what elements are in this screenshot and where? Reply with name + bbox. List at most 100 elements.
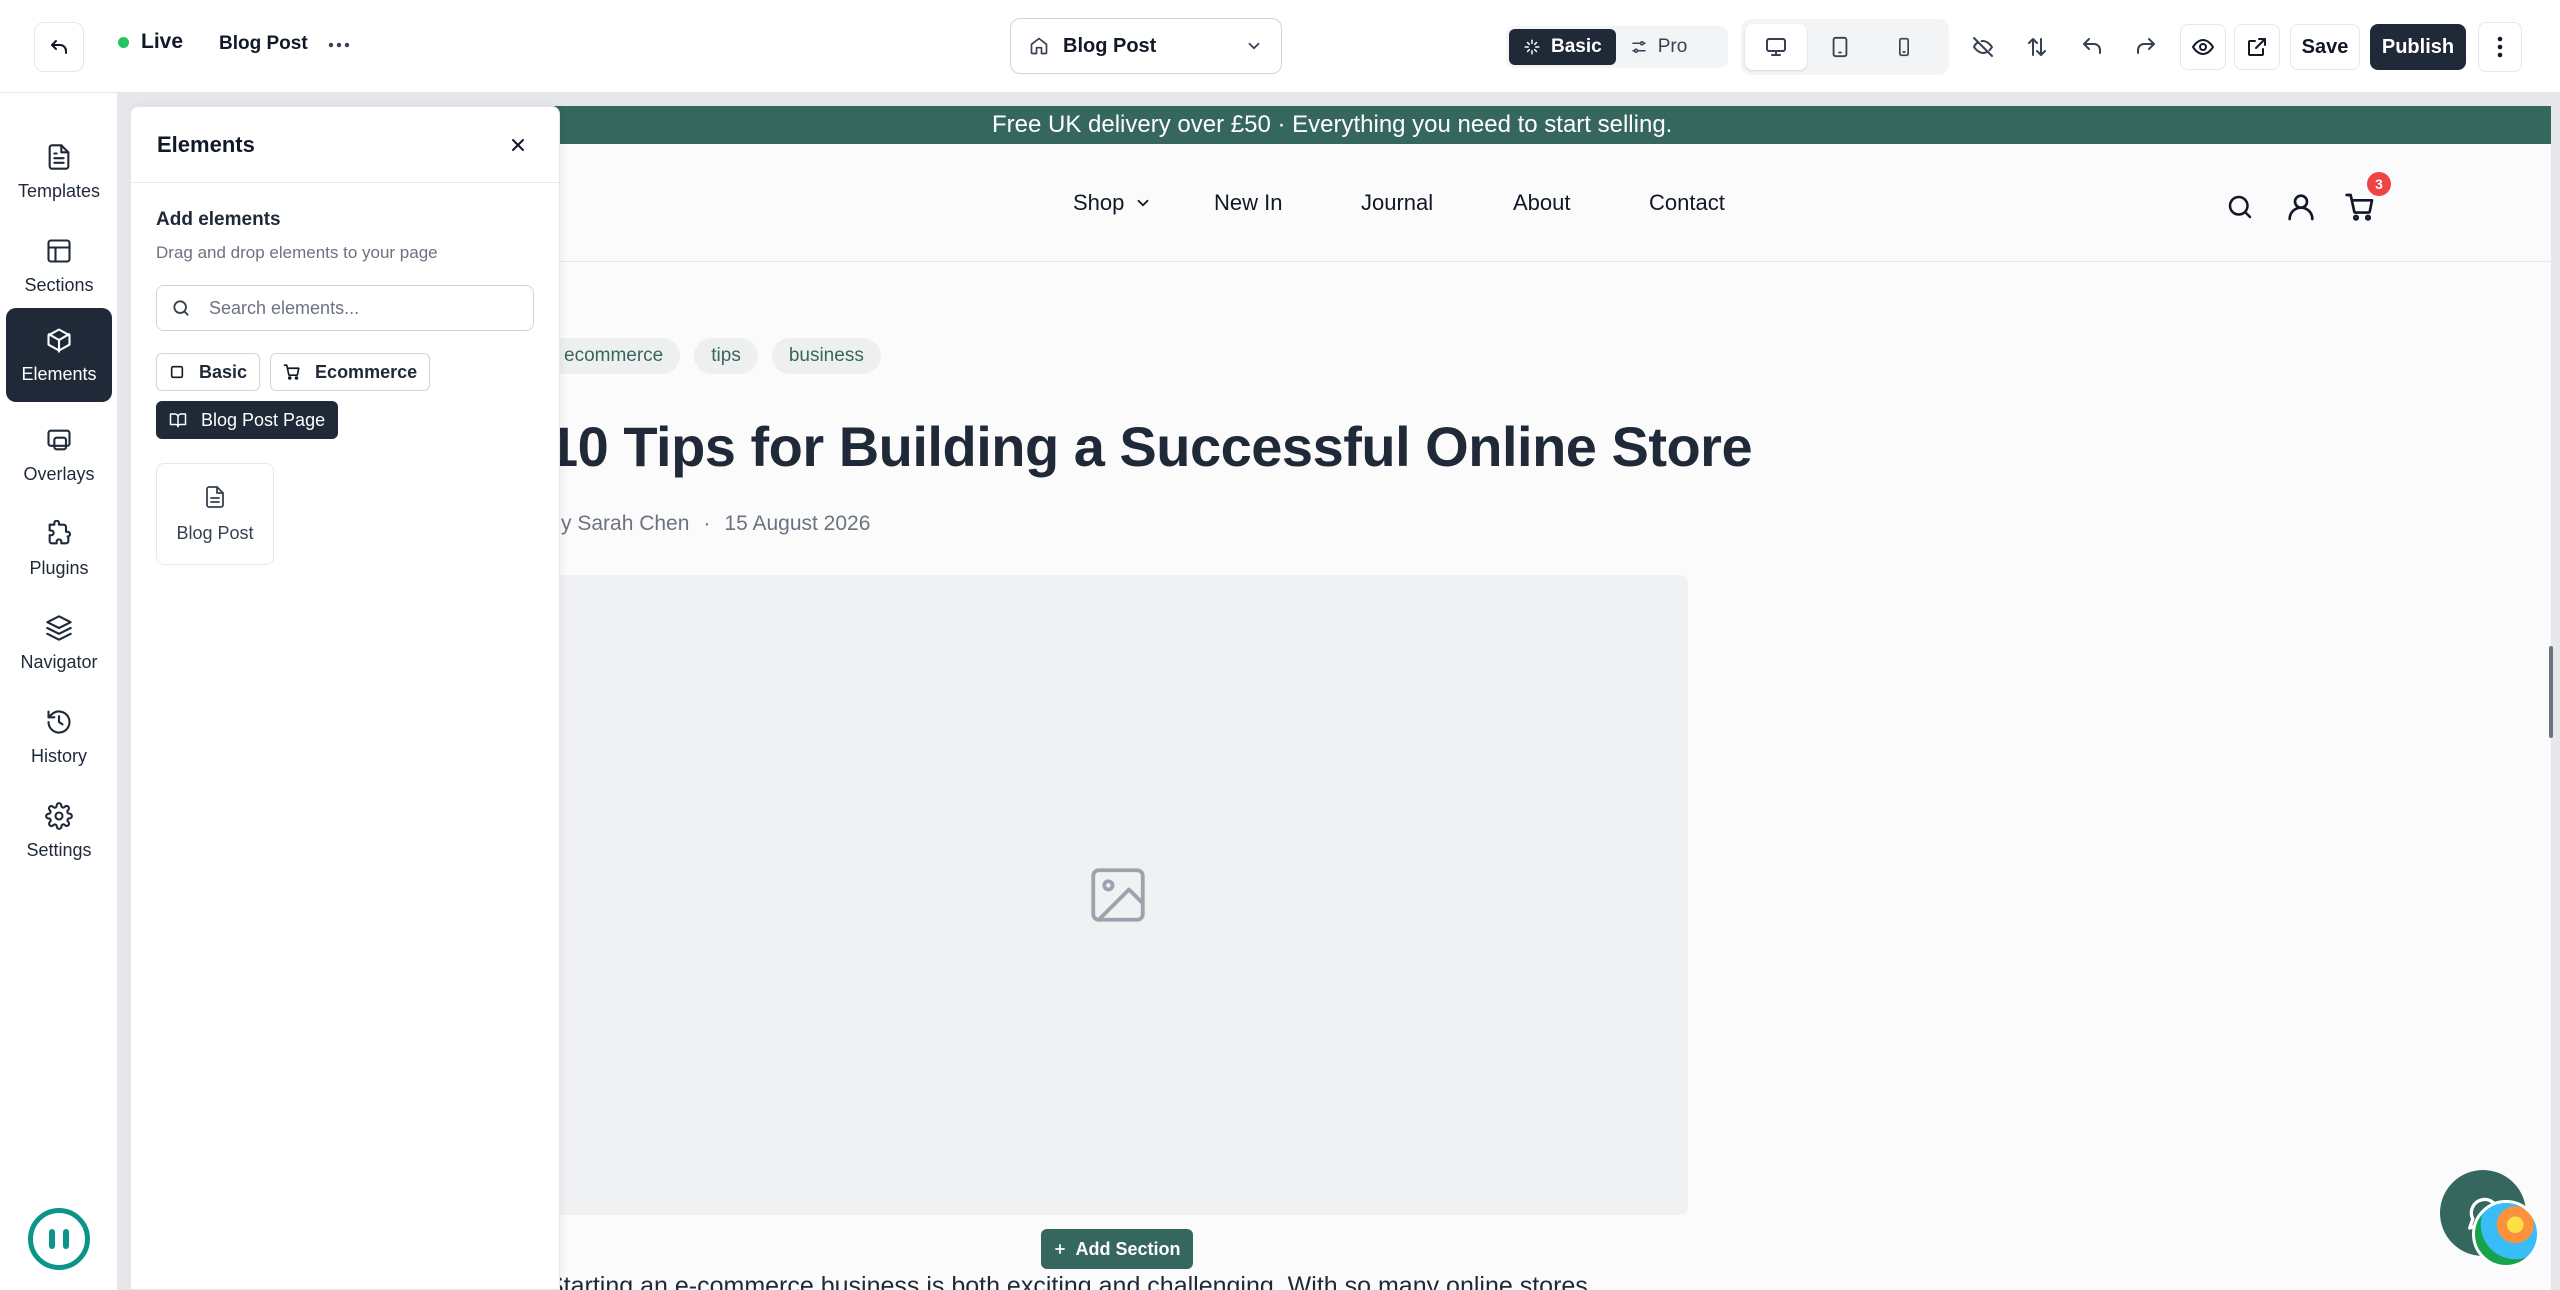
tag[interactable]: ecommerce [547, 338, 681, 374]
promo-banner[interactable]: Free UK delivery over £50 · Everything y… [247, 106, 2551, 144]
preview-button[interactable] [2180, 24, 2226, 70]
mode-pro-label: Pro [1657, 36, 1688, 57]
publish-date: 15 August 2026 [724, 512, 871, 535]
chip-blog-post-page[interactable]: Blog Post Page [156, 401, 339, 439]
chip-ecommerce[interactable]: Ecommerce [270, 353, 431, 391]
rail-item-templates[interactable]: Templates [6, 125, 112, 219]
page-preview: Free UK delivery over £50 · Everything y… [247, 106, 2551, 1290]
tag[interactable]: business [771, 338, 881, 374]
nav-item-contact[interactable]: Contact [1649, 190, 1725, 216]
hide-elements-button[interactable] [1960, 24, 2006, 70]
article-title: 10 Tips for Building a Successful Online… [547, 415, 1753, 478]
save-button[interactable]: Save [2290, 24, 2360, 70]
editor-mode-toggle: Basic Pro [1506, 26, 1728, 68]
nav-label: Contact [1649, 190, 1725, 215]
rail-item-sections[interactable]: Sections [6, 219, 112, 313]
canvas-scrollbar[interactable] [2549, 646, 2553, 738]
nav-item-about[interactable]: About [1513, 190, 1571, 216]
redo-icon [2137, 38, 2155, 54]
cart-icon [2345, 193, 2374, 221]
eye-off-icon [1973, 37, 1993, 57]
gear-icon [45, 801, 73, 830]
panel-title: Elements [157, 131, 255, 157]
promo-text: Free UK delivery over £50 · Everything y… [992, 111, 1673, 138]
element-card-label: Blog Post [176, 522, 254, 543]
editor-topbar: Live Blog Post Blog Post Basic Pro Save … [0, 0, 2560, 93]
chip-label: Ecommerce [315, 361, 418, 382]
menu-button[interactable] [2478, 22, 2522, 72]
undo-button[interactable] [2069, 24, 2115, 70]
nav-item-shop[interactable]: Shop [1073, 190, 1152, 216]
article: ecommerce tips business 10 Tips for Buil… [247, 262, 2551, 1290]
rail-item-navigator[interactable]: Navigator [6, 596, 112, 690]
more-options-button[interactable] [326, 30, 352, 60]
left-rail: Templates Sections Elements Overlays Plu… [0, 93, 118, 1290]
mode-basic-button[interactable]: Basic [1509, 29, 1616, 65]
page-select-value: Blog Post [1063, 34, 1157, 57]
assistant-bot-icon[interactable] [28, 1208, 90, 1270]
kebab-icon [2497, 36, 2503, 58]
rail-label: Sections [24, 274, 94, 295]
category-chips: Basic Ecommerce Blog Post Page [156, 353, 496, 439]
puzzle-icon [48, 519, 71, 544]
panel-body: Add elements Drag and drop elements to y… [131, 183, 559, 591]
rail-label: Overlays [23, 463, 95, 484]
byline: By Sarah Chen · 15 August 2026 [547, 512, 870, 536]
close-panel-button[interactable] [503, 130, 533, 160]
nav-item-new-in[interactable]: New In [1214, 190, 1282, 216]
device-switcher [1741, 19, 1949, 75]
arrows-up-down-icon [2028, 38, 2046, 56]
back-button[interactable] [34, 22, 84, 72]
reorder-button[interactable] [2014, 24, 2060, 70]
publish-button[interactable]: Publish [2370, 24, 2466, 70]
user-icon [2288, 194, 2314, 221]
mobile-icon [1899, 37, 1909, 57]
rail-item-history[interactable]: History [6, 690, 112, 784]
elements-panel: Elements Add elements Drag and drop elem… [130, 106, 560, 1290]
external-link-icon [2248, 38, 2266, 56]
page-select[interactable]: Blog Post [1010, 18, 1282, 74]
cart-button[interactable] [2343, 190, 2377, 224]
mode-basic-label: Basic [1551, 36, 1602, 57]
nav-label: Journal [1361, 190, 1434, 215]
overlay-icon [47, 429, 71, 450]
mobile-view-button[interactable] [1873, 24, 1935, 70]
rail-item-settings[interactable]: Settings [6, 784, 112, 878]
search-button[interactable] [2223, 190, 2257, 224]
mode-pro-button[interactable]: Pro [1616, 29, 1702, 65]
chip-label: Basic [199, 361, 248, 382]
rail-item-elements[interactable]: Elements [6, 308, 112, 402]
document-icon [206, 485, 224, 508]
desktop-view-button[interactable] [1745, 24, 1807, 70]
search-icon [2228, 195, 2252, 219]
chat-avatar[interactable] [2472, 1200, 2540, 1268]
author: By Sarah Chen [547, 512, 690, 535]
layers-icon [46, 614, 72, 641]
close-icon [512, 138, 524, 151]
tag[interactable]: tips [694, 338, 758, 374]
chip-label: Blog Post Page [201, 409, 326, 430]
add-section-button[interactable]: Add Section [1041, 1229, 1193, 1269]
search-input[interactable] [209, 297, 509, 319]
tag-list: ecommerce tips business [547, 338, 881, 374]
image-icon [1090, 868, 1145, 922]
chevron-down-icon [1248, 42, 1260, 50]
tablet-icon [1832, 36, 1848, 58]
sparkle-icon [1524, 39, 1540, 55]
page-name[interactable]: Blog Post [219, 33, 308, 55]
cart-icon [283, 364, 300, 380]
account-button[interactable] [2284, 190, 2318, 224]
nav-item-journal[interactable]: Journal [1361, 190, 1433, 216]
redo-button[interactable] [2123, 24, 2169, 70]
live-status[interactable]: Live [118, 30, 183, 54]
featured-image-placeholder[interactable] [547, 575, 1688, 1215]
plus-icon [1055, 1244, 1066, 1254]
element-card-blog-post[interactable]: Blog Post [156, 463, 274, 565]
tablet-view-button[interactable] [1809, 24, 1871, 70]
chip-basic[interactable]: Basic [156, 353, 261, 391]
rail-item-plugins[interactable]: Plugins [6, 502, 112, 596]
rail-item-overlays[interactable]: Overlays [6, 408, 112, 502]
ellipsis-icon [328, 42, 350, 48]
open-live-button[interactable] [2234, 24, 2280, 70]
rail-label: History [30, 745, 87, 766]
